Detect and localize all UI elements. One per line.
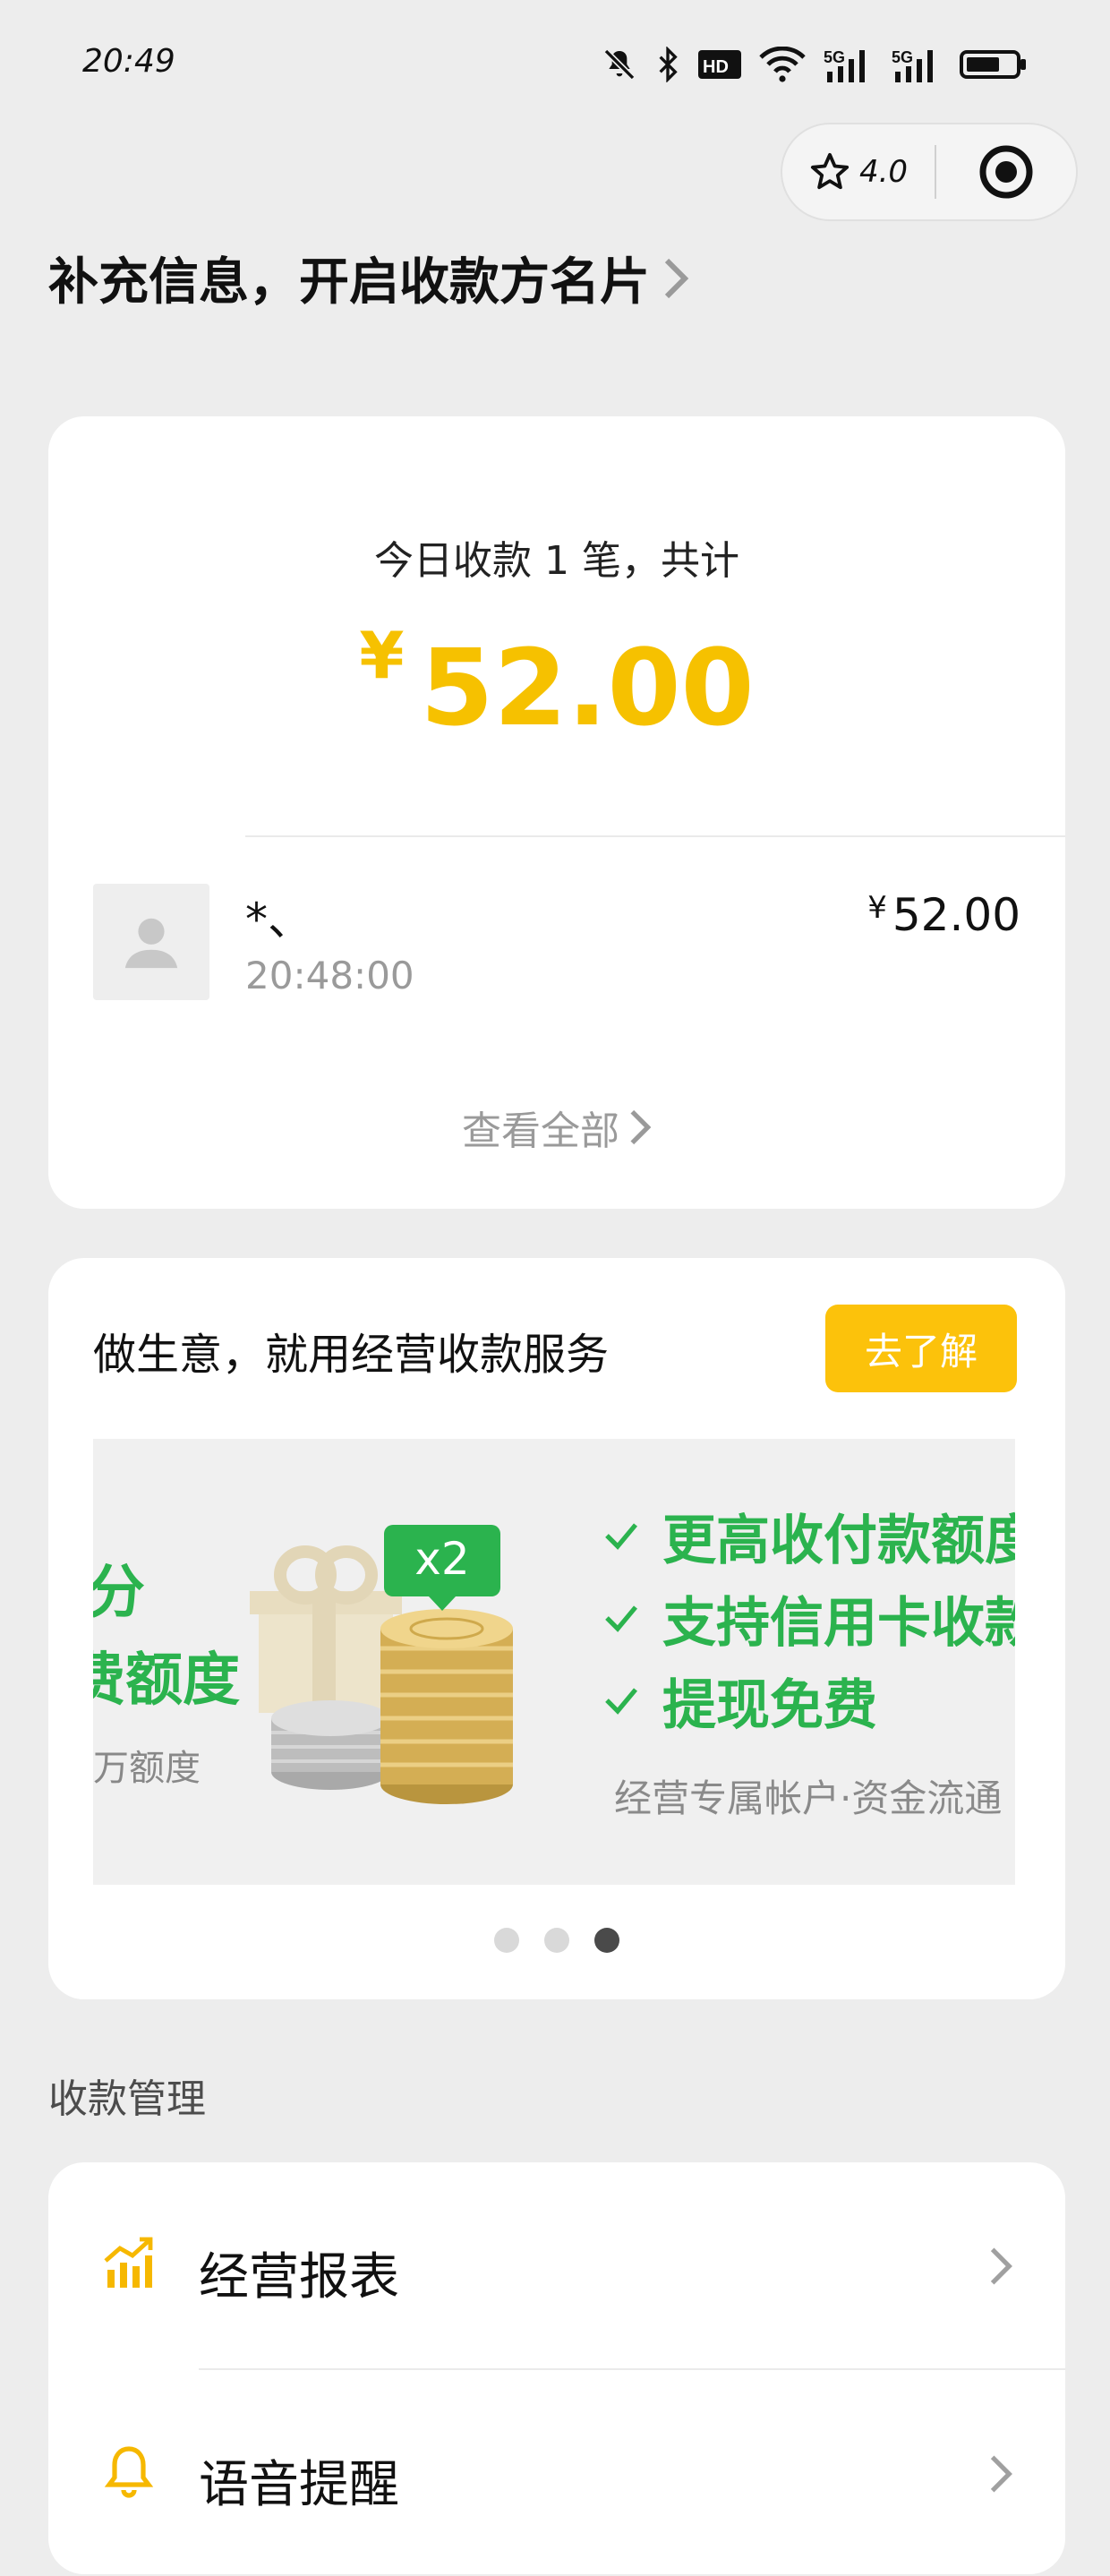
banner-text: 分 <box>93 1560 145 1626</box>
benefit-item: 提现免费 <box>603 1659 1015 1742</box>
currency-symbol: ¥ <box>359 618 405 693</box>
divider <box>245 835 1065 837</box>
close-miniprogram-button[interactable] <box>936 143 1076 201</box>
summary-total: ¥52.00 <box>48 618 1065 749</box>
promo-title: 做生意，就用经营收款服务 <box>93 1330 610 1380</box>
status-icons: HD 5G 5G <box>602 39 1028 90</box>
complete-info-link[interactable]: 补充信息，开启收款方名片 <box>48 242 689 314</box>
transaction-amount-value: 52.00 <box>892 889 1020 941</box>
page-title: 补充信息，开启收款方名片 <box>48 253 650 312</box>
pager-dot[interactable] <box>544 1928 569 1953</box>
status-bar: 20:49 HD 5G 5G <box>0 0 1110 116</box>
benefit-item: 更高收付款额度 <box>603 1494 1015 1577</box>
battery-icon <box>960 50 1026 79</box>
chart-icon <box>104 2237 153 2288</box>
chevron-right-icon <box>664 258 689 298</box>
list-item-business-report[interactable]: 经营报表 <box>48 2162 1065 2368</box>
check-icon <box>605 1605 637 1632</box>
benefit-text: 提现免费 <box>662 1673 877 1737</box>
svg-text:5G: 5G <box>892 48 913 66</box>
chevron-right-icon <box>990 2247 1012 2285</box>
chevron-right-icon <box>990 2455 1012 2493</box>
total-amount: 52.00 <box>420 626 755 749</box>
user-placeholder-icon <box>124 918 178 969</box>
svg-text:HD: HD <box>703 57 729 77</box>
today-summary-card: 今日收款 1 笔，共计 ¥52.00 *、 20:48:00 ¥52.00 查看… <box>48 416 1065 1209</box>
summary-label: 今日收款 1 笔，共计 <box>374 538 739 584</box>
transaction-row[interactable]: *、 20:48:00 ¥52.00 <box>93 884 1020 1009</box>
rating-value: 4.0 <box>858 154 909 190</box>
learn-more-button[interactable]: 去了解 <box>825 1305 1017 1392</box>
view-all-label: 查看全部 <box>462 1108 619 1154</box>
list-item-voice-reminder[interactable]: 语音提醒 <box>48 2370 1065 2576</box>
target-icon <box>979 145 1033 199</box>
view-all-link[interactable]: 查看全部 <box>48 1099 1065 1156</box>
bluetooth-icon <box>659 47 678 82</box>
status-time: 20:49 <box>82 43 175 80</box>
pager-dot[interactable] <box>494 1928 519 1953</box>
transaction-time: 20:48:00 <box>245 954 414 997</box>
mute-bell-icon <box>603 48 636 81</box>
chevron-right-icon <box>630 1109 652 1145</box>
avatar <box>93 884 209 1000</box>
banner-text: 费额度 <box>93 1647 240 1714</box>
benefit-list: 更高收付款额度 支持信用卡收款 提现免费 <box>603 1494 1015 1742</box>
multiplier-badge: x2 <box>414 1533 470 1585</box>
promo-banner[interactable]: 分 费额度 万额度 x2 更高收付款额度 支持信用卡收款 提现免费 经营专属帐户… <box>93 1439 1015 1885</box>
transaction-amount: ¥52.00 <box>867 889 1020 941</box>
payer-name: *、 <box>245 894 312 946</box>
business-service-card: 做生意，就用经营收款服务 去了解 分 费额度 万额度 x2 更高收付款额度 支持… <box>48 1258 1065 1999</box>
signal-5g-icon: 5G <box>892 48 933 82</box>
banner-pager <box>48 1928 1065 1953</box>
rating-button[interactable]: 4.0 <box>782 151 935 193</box>
star-icon <box>810 152 850 190</box>
hd-icon: HD <box>698 50 741 79</box>
signal-5g-icon: 5G <box>824 48 865 82</box>
benefit-text: 更高收付款额度 <box>662 1509 1015 1572</box>
management-list: 经营报表 语音提醒 <box>48 2162 1065 2574</box>
benefit-item: 支持信用卡收款 <box>603 1577 1015 1659</box>
wifi-icon <box>759 47 806 82</box>
check-icon <box>605 1688 637 1715</box>
list-item-label: 语音提醒 <box>199 2456 399 2514</box>
banner-subtext: 万额度 <box>93 1748 201 1789</box>
currency-symbol: ¥ <box>867 890 887 926</box>
svg-text:5G: 5G <box>824 48 845 66</box>
pager-dot-active[interactable] <box>594 1928 619 1953</box>
miniprogram-capsule: 4.0 <box>781 123 1078 221</box>
benefit-text: 支持信用卡收款 <box>662 1591 1015 1655</box>
check-icon <box>605 1523 637 1550</box>
bell-icon <box>104 2446 154 2498</box>
list-item-label: 经营报表 <box>199 2248 399 2306</box>
banner-footnote: 经营专属帐户·资金流通 <box>614 1776 1003 1820</box>
section-label: 收款管理 <box>48 2076 206 2122</box>
